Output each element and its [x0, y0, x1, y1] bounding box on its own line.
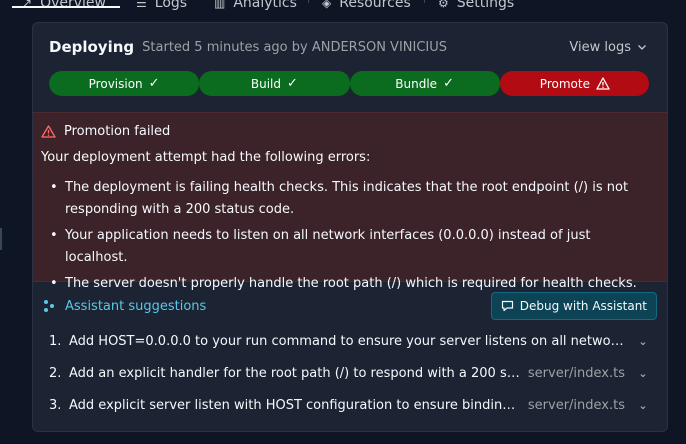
- chevron-down-icon[interactable]: ⌄: [637, 399, 649, 412]
- check-icon: ✓: [148, 76, 160, 91]
- suggestion-file: server/index.ts: [527, 365, 625, 381]
- error-list: The deployment is failing health checks.…: [41, 177, 651, 301]
- error-title-text: Promotion failed: [64, 124, 171, 139]
- gear-icon: ⚙: [438, 0, 449, 10]
- error-title: Promotion failed: [41, 124, 170, 139]
- warning-icon: [596, 77, 610, 90]
- debug-button-label: Debug with Assistant: [519, 299, 647, 313]
- arrow-icon: ↗: [22, 0, 33, 10]
- panel-resize-handle[interactable]: [0, 228, 2, 250]
- tab-logs[interactable]: ☰ Logs: [136, 0, 187, 11]
- error-intro: Your deployment attempt had the followin…: [41, 150, 371, 165]
- suggestion-item[interactable]: 2. Add an explicit handler for the root …: [49, 363, 649, 383]
- tab-settings[interactable]: ⚙ Settings: [438, 0, 514, 11]
- tab-label: Logs: [154, 0, 188, 11]
- list-icon: ☰: [136, 0, 147, 10]
- tab-label: Analytics: [233, 0, 297, 11]
- tab-divider: [308, 0, 309, 3]
- debug-with-assistant-button[interactable]: Debug with Assistant: [490, 292, 657, 320]
- suggestion-text: Add HOST=0.0.0.0 to your run command to …: [69, 333, 625, 349]
- deployment-pipeline: Provision ✓ Build ✓ Bundle ✓ Promote: [49, 71, 649, 96]
- suggestion-item[interactable]: 1. Add HOST=0.0.0.0 to your run command …: [49, 331, 649, 351]
- chat-icon: [501, 300, 513, 312]
- warning-icon: [41, 125, 56, 138]
- view-logs-button[interactable]: View logs: [569, 40, 647, 55]
- error-panel: Promotion failed Your deployment attempt…: [33, 112, 667, 295]
- suggestion-item[interactable]: 3. Add explicit server listen with HOST …: [49, 395, 649, 415]
- chevron-down-icon[interactable]: ⌄: [637, 367, 649, 380]
- stage-promote[interactable]: Promote: [499, 71, 649, 96]
- suggestion-file: server/index.ts: [527, 397, 625, 413]
- check-icon: ✓: [286, 76, 298, 91]
- stage-bundle[interactable]: Bundle ✓: [349, 71, 501, 96]
- suggestion-number: 2.: [49, 365, 62, 381]
- tab-divider: [424, 0, 425, 3]
- stage-build[interactable]: Build ✓: [199, 71, 351, 96]
- assistant-suggestions-header: Assistant suggestions Debug with Assista…: [43, 292, 657, 320]
- check-icon: ✓: [443, 76, 454, 91]
- suggestion-number: 1.: [49, 333, 62, 349]
- tab-bar: ↗ Overview ☰ Logs ▥ Analytics ◈ Resource…: [0, 0, 686, 15]
- assistant-suggestions-label: Assistant suggestions: [65, 298, 207, 314]
- error-item: The deployment is failing health checks.…: [41, 177, 651, 221]
- deployment-meta: Started 5 minutes ago by ANDERSON VINICI…: [142, 39, 448, 55]
- suggestion-number: 3.: [49, 397, 62, 413]
- tab-label: Settings: [456, 0, 515, 11]
- active-tab-indicator: [12, 6, 120, 8]
- view-logs-label: View logs: [569, 39, 631, 55]
- deployment-header: Deploying Started 5 minutes ago by ANDER…: [49, 36, 651, 58]
- tab-resources[interactable]: ◈ Resources: [322, 0, 411, 11]
- suggestion-text: Add explicit server listen with HOST con…: [69, 397, 520, 413]
- chevron-down-icon: [638, 45, 646, 50]
- suggestion-text: Add an explicit handler for the root pat…: [69, 365, 520, 381]
- stage-label: Promote: [539, 76, 590, 91]
- resources-icon: ◈: [322, 0, 332, 10]
- bar-chart-icon: ▥: [214, 0, 226, 10]
- tab-label: Resources: [339, 0, 411, 11]
- assistant-icon: [44, 300, 54, 312]
- chevron-down-icon[interactable]: ⌄: [637, 335, 649, 348]
- stage-label: Bundle: [395, 76, 438, 91]
- tab-analytics[interactable]: ▥ Analytics: [214, 0, 297, 11]
- deployment-status-title: Deploying: [49, 38, 135, 56]
- stage-provision[interactable]: Provision ✓: [49, 71, 201, 96]
- stage-label: Provision: [88, 76, 143, 91]
- stage-label: Build: [250, 76, 281, 91]
- error-item: Your application needs to listen on all …: [41, 225, 651, 269]
- deployment-card: Deploying Started 5 minutes ago by ANDER…: [32, 22, 668, 432]
